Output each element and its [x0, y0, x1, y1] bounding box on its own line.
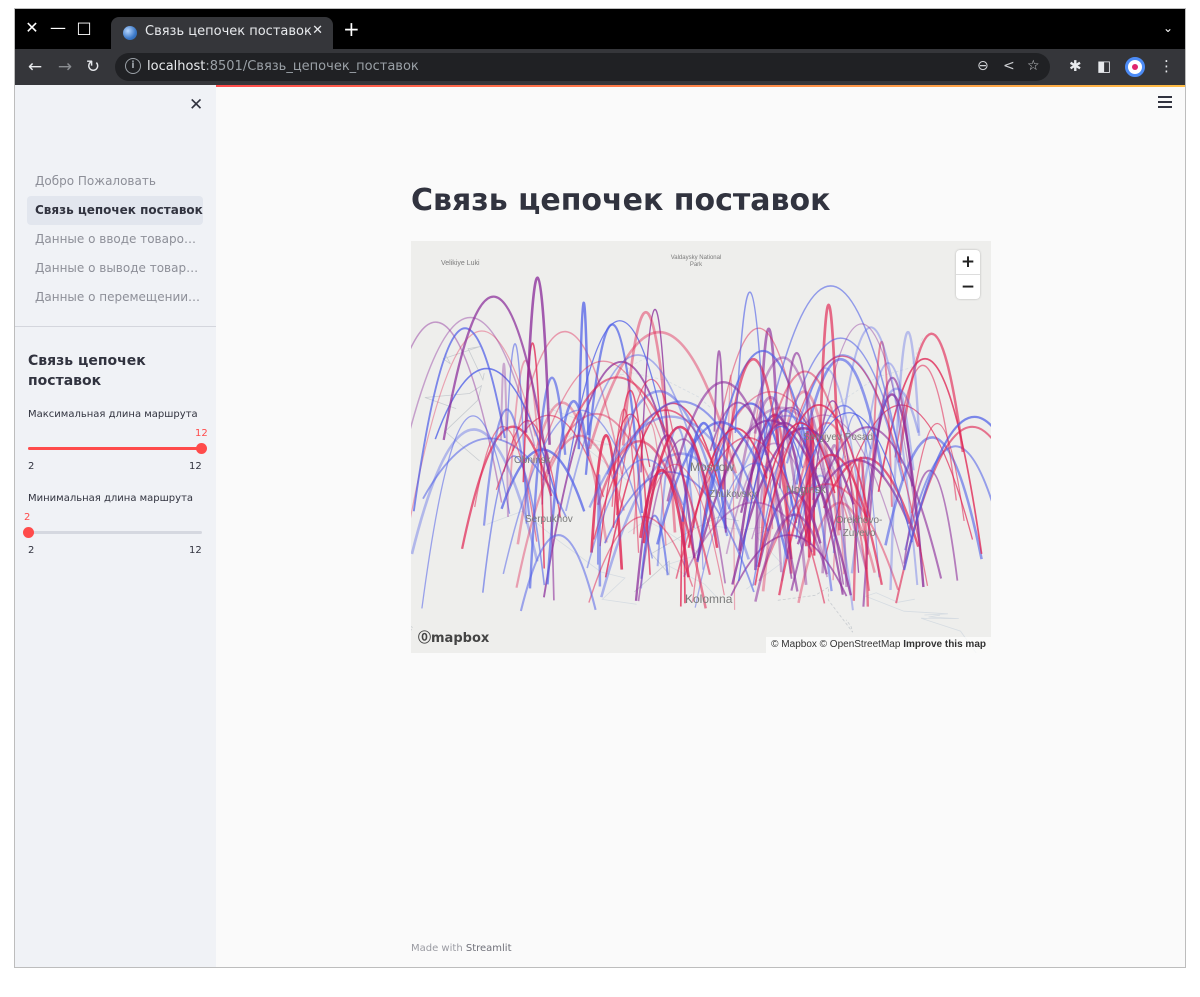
mapbox-logo-text: mapbox: [431, 631, 490, 646]
close-window-icon[interactable]: ✕: [21, 17, 43, 39]
city-label: Serpukhov: [525, 514, 573, 525]
city-label: Moscow: [690, 460, 735, 474]
maximize-window-icon[interactable]: □: [73, 17, 95, 39]
footer: Made with Streamlit: [411, 943, 512, 954]
sidebar-nav: Добро Пожаловать Связь цепочек поставок …: [27, 167, 203, 312]
footer-brand-link[interactable]: Streamlit: [466, 943, 512, 954]
sidepanel-icon[interactable]: ◧: [1097, 56, 1111, 76]
city-label: Kolomna: [685, 592, 733, 606]
max-route-fill: [28, 447, 202, 450]
min-route-max: 12: [189, 545, 202, 556]
city-label: Zhukovsky: [709, 489, 757, 500]
profile-avatar[interactable]: [1125, 57, 1145, 77]
streamlit-app: ✕ Добро Пожаловать Связь цепочек поставо…: [15, 85, 1185, 967]
sidebar-section-title: Связь цепочек поставок: [28, 353, 146, 389]
city-label: Velikiye Luki: [441, 260, 480, 267]
max-route-thumb[interactable]: [196, 443, 207, 454]
sidebar-item-welcome[interactable]: Добро Пожаловать: [27, 167, 203, 196]
max-route-slider[interactable]: [28, 443, 207, 454]
hamburger-menu-icon[interactable]: [1158, 96, 1172, 111]
map-attribution: © Mapbox © OpenStreetMap Improve this ma…: [766, 637, 991, 653]
improve-map-link[interactable]: Improve this map: [903, 639, 986, 650]
city-label: Orekhovo-Zuyevo: [835, 515, 883, 539]
city-label: Noginsk: [786, 484, 826, 496]
browser-tab[interactable]: Связь цепочек поставок ✕: [111, 17, 333, 49]
new-tab-button[interactable]: +: [343, 19, 360, 39]
forward-button[interactable]: →: [53, 55, 77, 79]
zoom-icon[interactable]: ⊖: [977, 58, 989, 74]
max-route-max: 12: [189, 461, 202, 472]
min-route-value: 2: [24, 512, 31, 523]
close-sidebar-icon[interactable]: ✕: [189, 95, 203, 115]
extensions-icon[interactable]: ✱: [1069, 56, 1082, 76]
map-boundary-line: [864, 592, 948, 616]
min-route-slider[interactable]: [23, 527, 202, 538]
zoom-in-button[interactable]: +: [956, 250, 980, 274]
chevron-down-icon[interactable]: ⌄: [1163, 21, 1173, 35]
reload-button[interactable]: ↻: [81, 55, 105, 79]
sidebar-item-goods-output[interactable]: Данные о выводе товаро...: [27, 254, 203, 283]
mapbox-logo[interactable]: ⓪mapbox: [418, 627, 489, 646]
supply-route-arc: [411, 321, 503, 503]
page-title: Связь цепочек поставок: [411, 183, 831, 218]
back-button[interactable]: ←: [23, 55, 47, 79]
sidebar: ✕ Добро Пожаловать Связь цепочек поставо…: [15, 85, 216, 967]
globe-icon: [123, 26, 137, 40]
address-bar[interactable]: i localhost:8501/Связь_цепочек_поставок …: [115, 53, 1050, 81]
min-route-thumb[interactable]: [23, 527, 34, 538]
info-icon[interactable]: i: [125, 58, 141, 74]
attribution-text: © Mapbox © OpenStreetMap: [771, 639, 901, 650]
max-route-min: 2: [28, 461, 35, 472]
map-boundary-line: [777, 586, 854, 633]
tab-title: Связь цепочек поставок: [145, 24, 312, 39]
tab-strip: ✕ — □ Связь цепочек поставок ✕ + ⌄: [15, 9, 1185, 49]
min-route-label: Минимальная длина маршрута: [28, 493, 194, 504]
sidebar-item-supply-chain[interactable]: Связь цепочек поставок: [27, 196, 203, 225]
zoom-out-button[interactable]: −: [956, 275, 980, 299]
map-container[interactable]: Velikiye Luki Valdaysky National Park Ob…: [411, 241, 991, 653]
min-route-min: 2: [28, 545, 35, 556]
url-text[interactable]: localhost:8501/Связь_цепочек_поставок: [147, 59, 419, 74]
share-icon[interactable]: <: [1003, 58, 1015, 74]
max-route-value: 12: [195, 428, 208, 439]
url-host: localhost: [147, 59, 206, 74]
header-decoration: [215, 85, 1185, 87]
zoom-control: + −: [956, 250, 980, 299]
close-tab-icon[interactable]: ✕: [312, 23, 323, 38]
footer-made-with: Made with: [411, 943, 463, 954]
sidebar-item-goods-movement[interactable]: Данные о перемещении т...: [27, 283, 203, 312]
city-label: Valdaysky National Park: [670, 255, 722, 268]
city-label: Obninsk: [514, 455, 551, 466]
url-path: :8501/Связь_цепочек_поставок: [205, 59, 419, 74]
browser-toolbar: ← → ↻ i localhost:8501/Связь_цепочек_пос…: [15, 49, 1185, 85]
sidebar-item-goods-input[interactable]: Данные о вводе товаров ...: [27, 225, 203, 254]
supply-route-arc: [412, 327, 506, 512]
sidebar-divider: [15, 326, 216, 327]
max-route-label: Максимальная длина маршрута: [28, 409, 198, 420]
minimize-window-icon[interactable]: —: [47, 17, 69, 39]
city-label: Sergiyev Posad: [803, 432, 874, 443]
star-icon[interactable]: ☆: [1027, 58, 1040, 74]
menu-dots-icon[interactable]: ⋮: [1159, 56, 1174, 76]
browser-window: ✕ — □ Связь цепочек поставок ✕ + ⌄ ← → ↻…: [14, 8, 1186, 968]
